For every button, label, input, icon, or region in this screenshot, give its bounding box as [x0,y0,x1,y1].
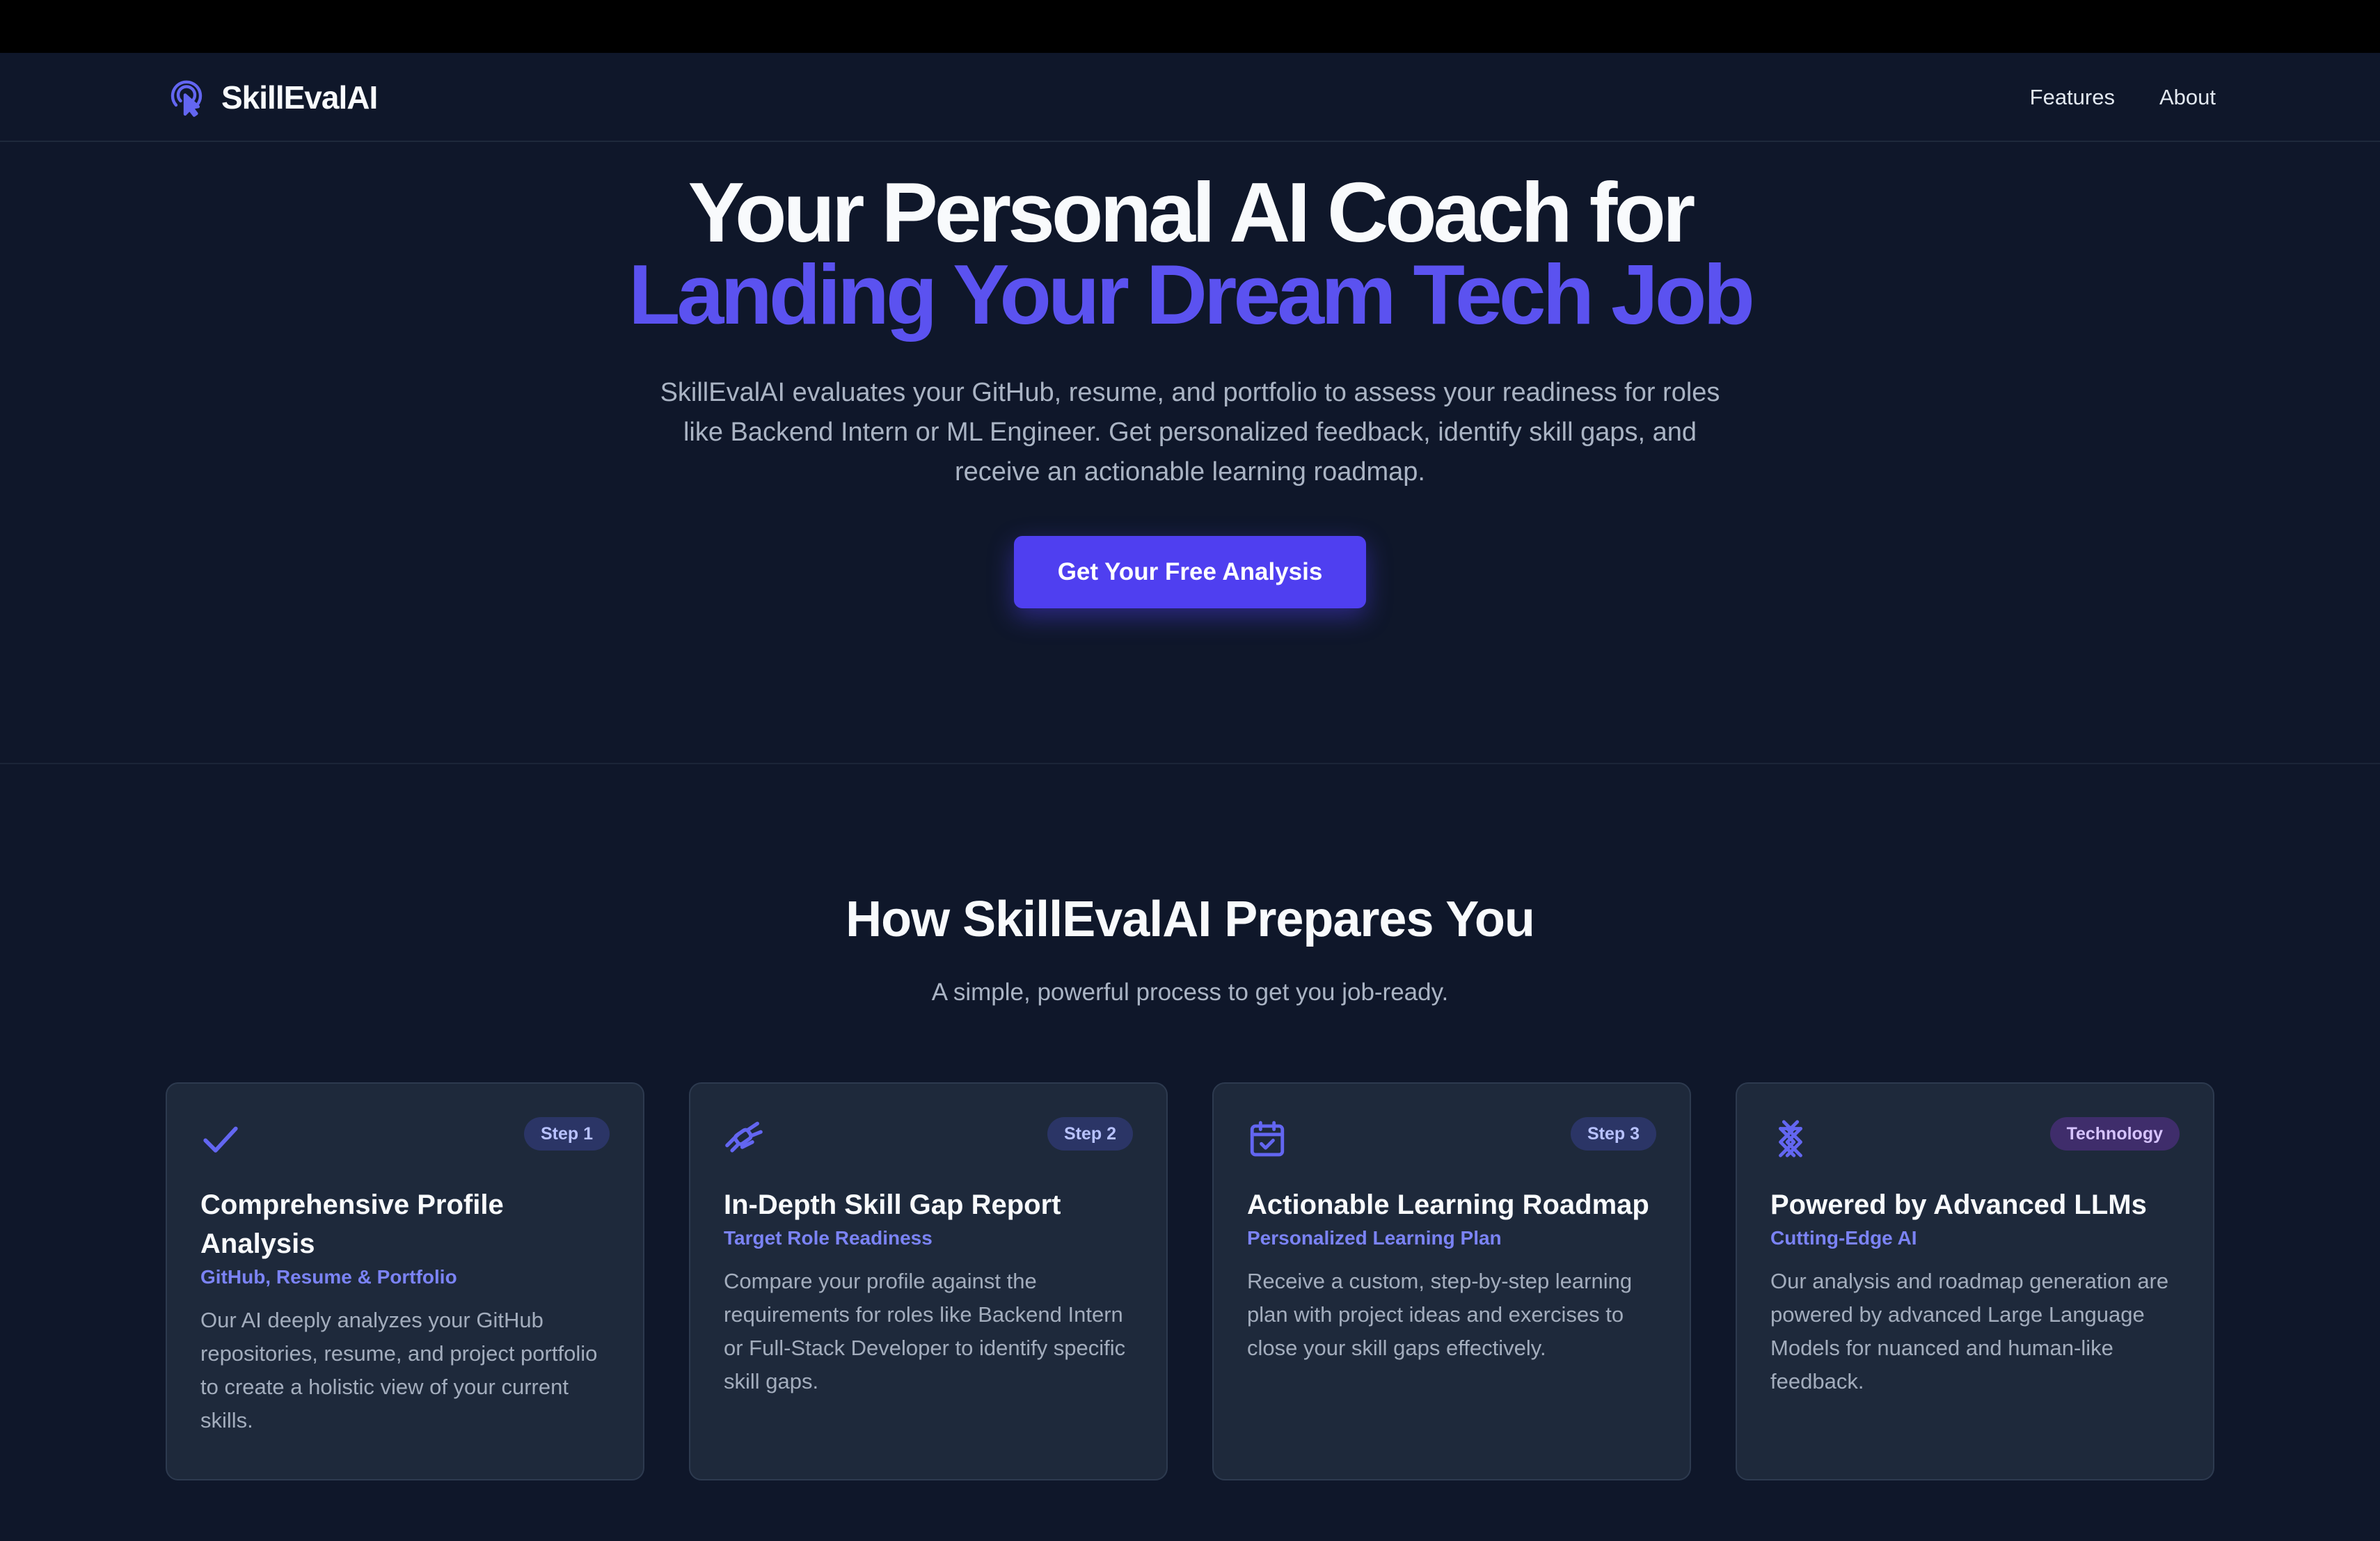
satellite-icon [724,1119,764,1159]
calendar-check-icon [1247,1119,1287,1159]
neural-lattice-icon [1770,1119,1811,1159]
card-description: Our analysis and roadmap generation are … [1770,1269,2169,1393]
features-section-subtitle: A simple, powerful process to get you jo… [931,979,1449,1006]
hero-section: Your Personal AI Coach for Landing Your … [0,143,2380,764]
step-badge: Step 2 [1047,1117,1133,1151]
card-title: Actionable Learning Roadmap [1247,1190,1649,1220]
feature-card-learning-roadmap: Step 3 Actionable Learning Roadmap Perso… [1212,1082,1691,1480]
feature-card-llm-technology: Technology Powered by Advanced LLMs Cutt… [1736,1082,2214,1480]
brand-name: SkillEvalAI [221,79,378,116]
get-free-analysis-button[interactable]: Get Your Free Analysis [1014,536,1366,608]
nav-link-about[interactable]: About [2159,81,2216,114]
card-title: In-Depth Skill Gap Report [724,1190,1061,1220]
hero-title: Your Personal AI Coach for Landing Your … [0,165,2380,342]
step-badge: Step 3 [1570,1117,1656,1151]
top-black-bar [0,0,2380,53]
hero-title-line-2: Landing Your Dream Tech Job [628,247,1755,342]
feature-card-skill-gap-report: Step 2 In-Depth Skill Gap Report Target … [689,1082,1168,1480]
card-subtitle: GitHub, Resume & Portfolio [200,1266,457,1288]
technology-badge: Technology [2049,1117,2180,1151]
check-icon [200,1119,241,1159]
features-section-title: How SkillEvalAI Prepares You [846,892,1535,947]
hero-subtitle: SkillEvalAI evaluates your GitHub, resum… [660,378,1720,487]
nav-link-features[interactable]: Features [2030,81,2115,114]
pointer-click-icon [167,77,206,118]
card-subtitle: Target Role Readiness [724,1227,933,1249]
card-description: Compare your profile against the require… [724,1269,1126,1393]
hero-title-line-1: Your Personal AI Coach for [688,165,1696,260]
brand-logo-link[interactable]: SkillEvalAI [167,75,378,120]
feature-card-profile-analysis: Step 1 Comprehensive Profile Analysis Gi… [166,1082,644,1480]
card-description: Receive a custom, step-by-step learning … [1247,1269,1633,1360]
card-subtitle: Personalized Learning Plan [1247,1227,1502,1249]
card-subtitle: Cutting-Edge AI [1770,1227,1917,1249]
card-title: Comprehensive Profile Analysis [200,1190,504,1259]
nav-links: Features About [2030,81,2216,114]
card-title: Powered by Advanced LLMs [1770,1190,2147,1220]
card-description: Our AI deeply analyzes your GitHub repos… [200,1308,598,1432]
step-badge: Step 1 [523,1117,610,1151]
navbar: SkillEvalAI Features About [0,53,2380,142]
